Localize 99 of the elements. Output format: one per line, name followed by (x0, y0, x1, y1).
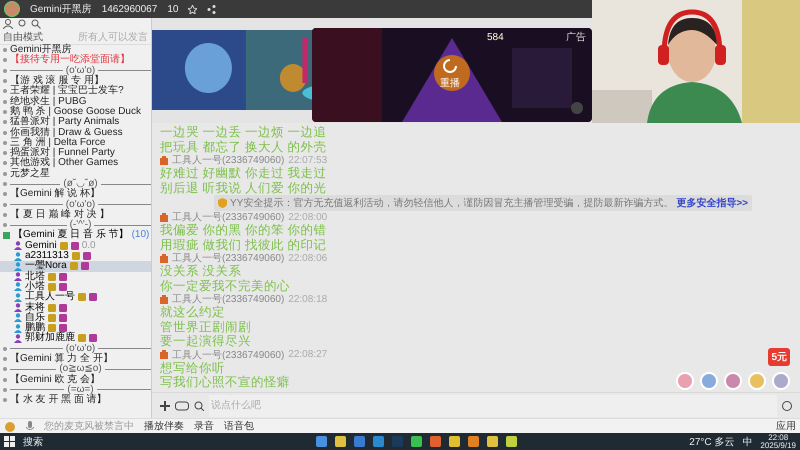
channel-item[interactable]: 【 夏 日 巅 峰 对 决 】 (0, 210, 151, 220)
channel-item[interactable]: 三 角 洲 | Delta Force (0, 138, 151, 148)
user-item[interactable]: 自乐 (0, 312, 151, 324)
expand-icon[interactable] (3, 232, 10, 239)
app-icon[interactable] (506, 436, 517, 447)
channel-item[interactable]: 绝地求生 | PUBG (0, 96, 151, 107)
divider-label: (o≧ω≦o) (59, 364, 102, 374)
chat-line: 用瑕疵 做我们 找彼此 的印记 (160, 238, 326, 252)
chat-line: 要一起演得尽兴 (160, 334, 251, 348)
sender-name: 工具人一号(2336749060) (172, 348, 284, 360)
user-rank-icon (160, 294, 168, 304)
promo-badge[interactable]: 5元 (768, 348, 790, 366)
mic-status: 您的麦克风被禁言中 (44, 420, 134, 433)
app-icon[interactable] (468, 436, 479, 447)
chat-line: 一边哭 一边丢 一边烦 一边追 (160, 125, 326, 140)
message-time: 22:08:06 (288, 252, 328, 264)
user-item[interactable]: Gemini 0.0 (0, 240, 151, 251)
app-icon[interactable] (430, 436, 441, 447)
user-item[interactable]: 北塔 (0, 272, 151, 282)
clock-time: 22:08 (768, 434, 788, 442)
user-item[interactable]: 一璺Nora (0, 261, 151, 272)
toolbar-button[interactable]: 语音包 (224, 419, 254, 433)
divider-label: (=ω=) (67, 384, 94, 395)
user-rank-icon (160, 156, 168, 164)
channel-item[interactable]: 【接待专用一吃添堂面请】 (0, 55, 151, 66)
search-icon[interactable] (31, 19, 41, 29)
room-avatar (4, 1, 20, 17)
chat-line: 没关系 没关系 (160, 264, 242, 278)
divider-label: (o'ω'o) (66, 200, 96, 210)
permission-label: 所有人可以发言 (78, 30, 148, 44)
chat-line: 就这么约定 (160, 305, 225, 320)
chat-line: 想写给你听 (160, 360, 225, 375)
chat-line: 我偏爱 你的黑 你的笨 你的错 (160, 223, 326, 238)
apps-button[interactable]: 应用 (776, 419, 796, 433)
sender-name: 工具人一号(2336749060) (172, 252, 284, 264)
channel-item[interactable]: 【Gemini 解 说 杯】 (0, 189, 151, 200)
taskbar-search[interactable]: 搜索 (23, 434, 143, 448)
channel-item[interactable]: 其他游戏 | Other Games (0, 158, 151, 169)
channel-item[interactable]: 【 水 友 开 黑 面 请】 (0, 395, 151, 406)
channel-item[interactable]: 【Gemini 算 力 全 开】 (0, 354, 151, 364)
gift-icon[interactable] (724, 372, 742, 390)
message-input[interactable]: 说点什么吧 (209, 394, 777, 416)
user-rank-icon (160, 350, 168, 359)
app-icon[interactable] (372, 436, 384, 447)
star-icon[interactable] (188, 4, 198, 14)
message-time: 22:07:53 (288, 154, 328, 166)
share-icon[interactable] (207, 4, 216, 14)
channel-item[interactable]: 王者荣耀 | 宝宝巴士发车? (0, 86, 151, 96)
sender-name: 工具人一号(2336749060) (172, 154, 284, 166)
notice-text: YY安全提示：官方无充值返利活动，请勿轻信他人，谨防因冒充主播管理受骗，提防最新诈骗方式。 (230, 196, 674, 210)
clock-date: 2025/9/19 (760, 442, 796, 450)
divider-label: (o'ω'o) (66, 344, 96, 354)
user-item[interactable]: 小塔 (0, 282, 151, 292)
message-time: 22:08:27 (288, 349, 328, 360)
user-rank-icon (160, 254, 168, 262)
divider-label: (ø˘◡˘ø) (63, 179, 98, 189)
shield-icon (218, 198, 227, 208)
ime-indicator[interactable]: 中 (742, 434, 752, 448)
channel-item[interactable]: 【Gemini 夏 日 音 乐 节】 (13, 230, 129, 240)
search-icon[interactable] (194, 400, 204, 410)
toolbar-button[interactable]: 录音 (194, 419, 214, 433)
more-link[interactable]: 更多安全指导>> (676, 196, 748, 210)
sender-name: 工具人一号(2336749060) (172, 293, 284, 305)
divider-label: (o'ω'o) (66, 66, 96, 76)
app-icon[interactable] (448, 436, 460, 447)
weather-text: 27°C 多云 (689, 436, 734, 448)
message-time: 22:08:18 (288, 294, 328, 304)
chat-line: 你一定爱我不完美的心 (160, 278, 290, 293)
room-id: 1462960067 (102, 4, 158, 14)
channel-item[interactable]: 你画我猜 | Draw & Guess (0, 127, 151, 138)
chat-line: 写我们心照不宣的怪癖 (160, 375, 290, 390)
microphone-icon[interactable] (26, 420, 34, 432)
channel-item[interactable]: 【Gemini 欧 克 会】 (0, 374, 151, 385)
room-name: Gemini开黑房 (30, 2, 92, 16)
toolbar-button[interactable]: 播放伴奏 (144, 419, 184, 433)
mode-label: 自由模式 (3, 30, 43, 44)
user-rank-icon (160, 212, 168, 222)
app-icon[interactable] (486, 436, 498, 447)
divider-label: (-'^'-) (70, 220, 92, 230)
user-item[interactable]: 郭财加鹿鹿 (0, 333, 151, 344)
member-count: (10) (132, 230, 150, 240)
user-item[interactable]: a2311313 (0, 250, 151, 262)
chat-line: 好难过 好幽默 你走过 我走过 (160, 166, 326, 180)
chat-line: 把玩具 都忘了 换大人 的外壳 (160, 140, 326, 154)
sender-name: 工具人一号(2336749060) (172, 211, 284, 224)
windows-icon[interactable] (4, 436, 15, 447)
channel-item[interactable]: 元梦之星 (0, 168, 151, 179)
app-icon[interactable] (410, 436, 422, 447)
message-time: 22:08:00 (288, 212, 328, 222)
app-icon[interactable] (334, 436, 346, 447)
chat-line: 别后退 听我说 人们爱 你的光 (160, 180, 326, 195)
online-count: 10 (167, 4, 178, 14)
user-icon[interactable] (3, 19, 13, 29)
add-icon[interactable] (160, 400, 170, 410)
channel-item[interactable]: 猛兽派对 | Party Animals (0, 117, 151, 128)
app-icon[interactable] (316, 436, 327, 447)
user-item[interactable]: 末将 (0, 302, 151, 313)
chat-line: 管世界正剧闹剧 (160, 320, 251, 334)
user-item[interactable]: 工具人一号 (0, 292, 151, 302)
